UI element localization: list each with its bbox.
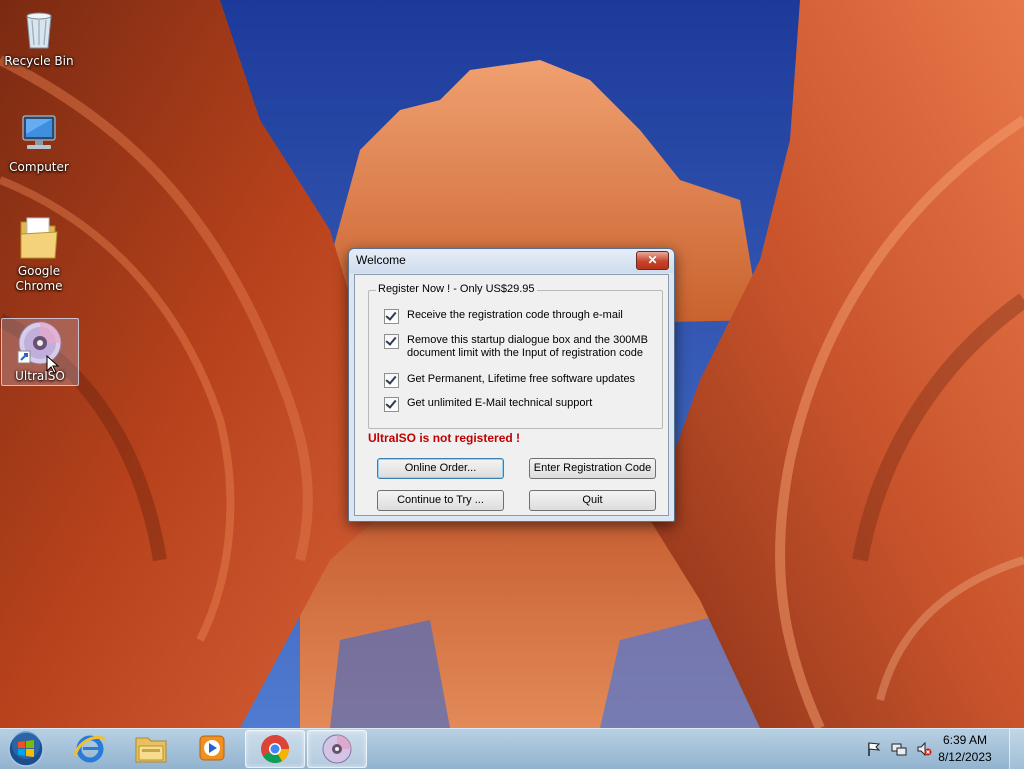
taskbar-windows-explorer[interactable] (122, 730, 180, 766)
recycle-bin-icon (15, 4, 63, 52)
taskbar-internet-explorer[interactable] (61, 730, 119, 766)
start-orb-icon (8, 731, 44, 767)
network-icon[interactable] (891, 741, 907, 757)
clock-date: 8/12/2023 (938, 750, 992, 764)
dialog-body: Register Now ! - Only US$29.95 Receive t… (354, 274, 669, 516)
register-groupbox: Register Now ! - Only US$29.95 Receive t… (368, 283, 663, 429)
chrome-icon (261, 735, 289, 763)
checkbox-checked[interactable] (384, 309, 399, 324)
clock-time: 6:39 AM (942, 733, 988, 747)
taskbar: 6:39 AM 8/12/2023 (0, 728, 1024, 769)
internet-explorer-icon (73, 735, 107, 763)
registration-status: UltraISO is not registered ! (368, 431, 521, 445)
show-desktop-button[interactable] (1009, 729, 1024, 769)
taskbar-chrome[interactable] (245, 730, 305, 768)
taskbar-clock[interactable]: 6:39 AM 8/12/2023 (930, 732, 1000, 766)
mouse-cursor-icon (46, 355, 60, 374)
option-label-line2: document limit with the Input of registr… (407, 347, 644, 359)
folder-icon (15, 214, 63, 262)
desktop-icon-label: Google Chrome (15, 264, 63, 293)
ultraiso-disc-icon (16, 319, 64, 374)
start-button[interactable] (5, 730, 47, 768)
taskbar-media-player[interactable] (183, 730, 241, 766)
media-player-icon (199, 735, 225, 761)
checkbox-checked[interactable] (384, 334, 399, 349)
option-label: Get unlimited E-Mail technical support (407, 397, 593, 409)
option-label: Get Permanent, Lifetime free software up… (407, 373, 636, 385)
dialog-titlebar[interactable]: Welcome ✕ (349, 249, 674, 273)
desktop-icon-recycle-bin[interactable]: Recycle Bin (1, 4, 77, 69)
enter-registration-code-button[interactable]: Enter Registration Code (529, 458, 656, 479)
welcome-dialog: Welcome ✕ Register Now ! - Only US$29.95… (348, 248, 675, 522)
checkbox-checked[interactable] (384, 397, 399, 412)
close-button[interactable]: ✕ (636, 251, 669, 270)
windows-explorer-icon (135, 737, 167, 763)
groupbox-title: Register Now ! - Only US$29.95 (376, 283, 537, 295)
option-label: Receive the registration code through e-… (407, 309, 623, 321)
computer-icon (15, 110, 63, 158)
desktop-icon-google-chrome[interactable]: Google Chrome (1, 214, 77, 294)
dialog-title: Welcome (356, 253, 406, 267)
option-label-line1: Remove this startup dialogue box and the… (407, 334, 648, 346)
desktop[interactable]: Recycle Bin Computer Google Chrome Ultra… (0, 0, 1024, 728)
ultraiso-icon (322, 734, 352, 764)
desktop-icon-computer[interactable]: Computer (1, 110, 77, 175)
desktop-icon-ultraiso[interactable]: UltraISO (1, 318, 79, 386)
desktop-icon-label: Computer (9, 160, 69, 174)
checkbox-checked[interactable] (384, 373, 399, 388)
online-order-button[interactable]: Online Order... (377, 458, 504, 479)
quit-button[interactable]: Quit (529, 490, 656, 511)
action-center-flag-icon[interactable] (866, 741, 882, 757)
continue-to-try-button[interactable]: Continue to Try ... (377, 490, 504, 511)
taskbar-ultraiso[interactable] (307, 730, 367, 768)
desktop-icon-label: Recycle Bin (4, 54, 74, 68)
